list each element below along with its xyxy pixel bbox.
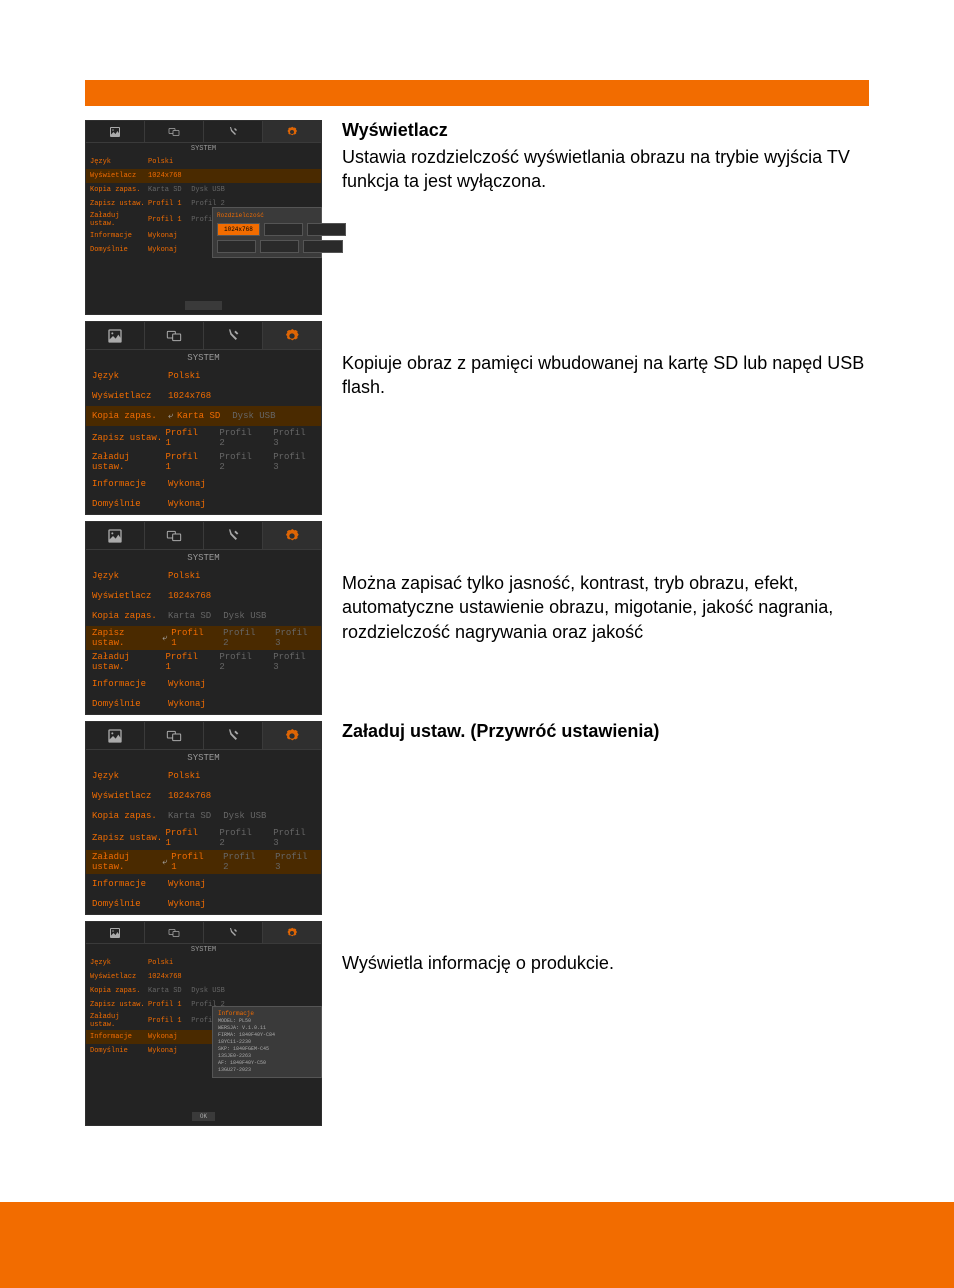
section-desc-kopia: Kopiuje obraz z pamięci wbudowanej na ka… bbox=[342, 351, 869, 400]
section-desc-info: Wyświetla informację o produkcie. bbox=[342, 951, 869, 975]
system-heading: SYSTEM bbox=[86, 944, 321, 956]
tab-tools[interactable] bbox=[204, 522, 263, 549]
system-heading: SYSTEM bbox=[86, 750, 321, 766]
section-title-zaladuj: Załaduj ustaw. (Przywróć ustawienia) bbox=[342, 721, 869, 742]
row-val-wyswietl[interactable]: 1024x768 bbox=[148, 172, 182, 180]
row-label-domyslnie: Domyślnie bbox=[90, 246, 148, 254]
ui-screenshot-2: SYSTEM JęzykPolski Wyświetlacz1024x768 K… bbox=[85, 321, 322, 515]
enter-icon: ⤶ bbox=[162, 857, 167, 867]
ui-screenshot-3: SYSTEM JęzykPolski Wyświetlacz1024x768 K… bbox=[85, 521, 322, 715]
system-heading: SYSTEM bbox=[86, 143, 321, 155]
resolution-popup: Rozdzielczość 1024x768 bbox=[212, 207, 322, 258]
tab-settings[interactable] bbox=[263, 121, 321, 142]
tab-image[interactable] bbox=[86, 722, 145, 749]
row-label-info: Informacje bbox=[90, 232, 148, 240]
section-desc-wyswietlacz: Ustawia rozdzielczość wyświetlania obraz… bbox=[342, 145, 869, 194]
tab-tools[interactable] bbox=[204, 722, 263, 749]
ui-screenshot-5: SYSTEM JęzykPolski Wyświetlacz1024x768 K… bbox=[85, 921, 322, 1126]
tab-image[interactable] bbox=[86, 922, 145, 943]
res-option-5[interactable] bbox=[260, 240, 299, 253]
row-label-wyswietl: Wyświetlacz bbox=[90, 172, 148, 180]
info-popup: Informacje MODEL: PL50 WERSJA: V.1.0.11 … bbox=[212, 1006, 322, 1078]
tab-settings[interactable] bbox=[263, 322, 321, 349]
row-label-kopia: Kopia zapas. bbox=[90, 186, 148, 194]
ok-button[interactable]: OK bbox=[192, 1112, 215, 1121]
enter-icon: ⤶ bbox=[168, 411, 173, 421]
res-option-3[interactable] bbox=[307, 223, 346, 236]
row-val-jezyk: Polski bbox=[148, 158, 173, 166]
tab-settings[interactable] bbox=[263, 722, 321, 749]
res-option-6[interactable] bbox=[303, 240, 342, 253]
enter-icon: ⤶ bbox=[162, 633, 167, 643]
ok-button[interactable] bbox=[185, 301, 223, 310]
tab-image[interactable] bbox=[86, 121, 145, 142]
tab-tools[interactable] bbox=[204, 322, 263, 349]
tab-dual[interactable] bbox=[145, 522, 204, 549]
header-bar bbox=[85, 80, 869, 106]
row-label-jezyk: Język bbox=[90, 158, 148, 166]
tab-settings[interactable] bbox=[263, 922, 321, 943]
system-heading: SYSTEM bbox=[86, 550, 321, 566]
tab-settings[interactable] bbox=[263, 522, 321, 549]
tab-dual[interactable] bbox=[145, 121, 204, 142]
ui-screenshot-1: SYSTEM JęzykPolski Wyświetlacz1024x768 K… bbox=[85, 120, 322, 315]
tab-tools[interactable] bbox=[204, 922, 263, 943]
res-option-4[interactable] bbox=[217, 240, 256, 253]
tab-dual[interactable] bbox=[145, 322, 204, 349]
ui-screenshot-4: SYSTEM JęzykPolski Wyświetlacz1024x768 K… bbox=[85, 721, 322, 915]
tab-dual[interactable] bbox=[145, 922, 204, 943]
tab-tools[interactable] bbox=[204, 121, 263, 142]
section-title-wyswietlacz: Wyświetlacz bbox=[342, 120, 869, 141]
tab-dual[interactable] bbox=[145, 722, 204, 749]
footer-bar bbox=[0, 1202, 954, 1288]
section-desc-zapisz: Można zapisać tylko jasność, kontrast, t… bbox=[342, 571, 869, 644]
tab-image[interactable] bbox=[86, 322, 145, 349]
row-label-zaladuj: Załaduj ustaw. bbox=[90, 212, 148, 228]
tab-image[interactable] bbox=[86, 522, 145, 549]
row-label-zapisz: Zapisz ustaw. bbox=[90, 200, 148, 208]
res-option-2[interactable] bbox=[264, 223, 303, 236]
system-heading: SYSTEM bbox=[86, 350, 321, 366]
res-option-1[interactable]: 1024x768 bbox=[217, 223, 260, 236]
